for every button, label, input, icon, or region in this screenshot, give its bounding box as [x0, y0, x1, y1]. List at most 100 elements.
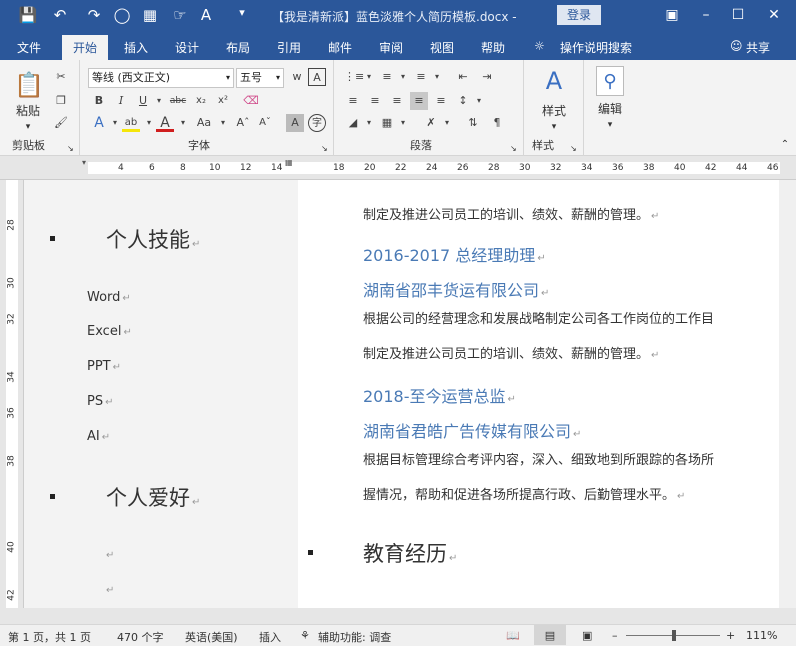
align-right-icon[interactable]: ≡ — [388, 92, 406, 110]
save-icon[interactable]: 💾 — [18, 6, 38, 24]
paste-icon[interactable]: 📋 — [14, 68, 44, 102]
highlight-icon[interactable]: ab — [122, 114, 140, 132]
styles-dropdown-icon[interactable]: ▾ — [548, 118, 560, 136]
font-size-select[interactable]: 五号 ▾ — [236, 68, 284, 88]
insert-mode[interactable]: 插入 — [259, 629, 281, 645]
collapse-ribbon-icon[interactable]: ⌃ — [778, 136, 792, 154]
tab-review[interactable]: 审阅 — [379, 39, 403, 56]
accessibility-icon[interactable]: ⚘ — [300, 629, 310, 642]
horizontal-ruler[interactable]: ▾ 4 6 8 10 12 14 ▦ 18 20 22 24 26 28 30 … — [0, 156, 796, 180]
italic-icon[interactable]: I — [112, 92, 130, 110]
superscript-icon[interactable]: x² — [214, 92, 232, 110]
change-case-dropdown-icon[interactable]: ▾ — [214, 114, 232, 132]
section-bullet — [50, 494, 55, 499]
borders-dropdown-icon[interactable]: ▾ — [394, 114, 412, 132]
subscript-icon[interactable]: x₂ — [192, 92, 210, 110]
column-marker[interactable]: ▦ — [285, 158, 293, 167]
show-marks-icon[interactable]: ¶ — [488, 114, 506, 132]
share-button[interactable]: 共享 — [746, 39, 770, 56]
strikethrough-icon[interactable]: abc — [166, 92, 190, 110]
font-launcher-icon[interactable]: ↘ — [321, 144, 328, 153]
tab-file[interactable]: 文件 — [17, 39, 41, 56]
shrink-font-icon[interactable]: Aˇ — [256, 114, 274, 132]
vruler-mark: 38 — [6, 455, 17, 467]
ribbon-display-icon[interactable]: ▣ — [660, 4, 684, 26]
format-painter-icon[interactable]: 🖌 — [52, 114, 70, 132]
tab-view[interactable]: 视图 — [430, 39, 454, 56]
job3-title: 2018-至今运营总监 ↵ — [363, 387, 516, 406]
zoom-slider-thumb[interactable] — [672, 630, 676, 641]
web-layout-icon[interactable]: ▣ — [582, 629, 592, 642]
paste-dropdown-icon[interactable]: ▾ — [22, 118, 34, 136]
print-preview-icon[interactable]: ▦ — [140, 6, 160, 24]
phonetic-guide-icon[interactable]: w — [288, 68, 306, 86]
word-count[interactable]: 470 个字 — [117, 629, 164, 645]
distributed-icon[interactable]: ≡ — [432, 92, 450, 110]
login-button[interactable]: 登录 — [557, 5, 601, 25]
indent-marker[interactable]: ▾ — [82, 158, 86, 167]
ruler-mark: 14 — [271, 163, 283, 173]
read-mode-icon[interactable]: 📖 — [506, 629, 520, 642]
align-center-icon[interactable]: ≡ — [366, 92, 384, 110]
zoom-level[interactable]: 111% — [746, 629, 777, 642]
chinese-layout-dropdown-icon[interactable]: ▾ — [438, 114, 456, 132]
maximize-icon[interactable]: ☐ — [726, 4, 750, 26]
zoom-in-icon[interactable]: + — [726, 629, 735, 642]
find-icon[interactable]: ⚲ — [596, 66, 624, 96]
increase-indent-icon[interactable]: ⇥ — [478, 68, 496, 86]
font-format-icon[interactable]: A — [196, 6, 216, 24]
tab-references[interactable]: 引用 — [277, 39, 301, 56]
tab-help[interactable]: 帮助 — [481, 39, 505, 56]
minimize-icon[interactable]: – — [694, 4, 718, 26]
styles-launcher-icon[interactable]: ↘ — [570, 144, 577, 153]
numbering-dropdown-icon[interactable]: ▾ — [394, 68, 412, 86]
accessibility-status[interactable]: 辅助功能: 调查 — [318, 629, 391, 645]
vruler-mark: 34 — [6, 371, 17, 383]
clipboard-launcher-icon[interactable]: ↘ — [67, 144, 74, 153]
tab-design[interactable]: 设计 — [175, 39, 199, 56]
tab-home[interactable]: 开始 — [62, 35, 109, 60]
customize-qa-icon[interactable]: ▾ — [232, 6, 252, 19]
change-case-icon[interactable]: Aa — [192, 114, 216, 132]
tab-insert[interactable]: 插入 — [124, 39, 148, 56]
font-color-dropdown-icon[interactable]: ▾ — [174, 114, 192, 132]
justify-icon[interactable]: ≡ — [410, 92, 428, 110]
align-left-icon[interactable]: ≡ — [344, 92, 362, 110]
print-layout-icon[interactable]: ▤ — [534, 625, 566, 645]
multilevel-dropdown-icon[interactable]: ▾ — [428, 68, 446, 86]
tab-mailings[interactable]: 邮件 — [328, 39, 352, 56]
paragraph-launcher-icon[interactable]: ↘ — [510, 144, 517, 153]
sort-icon[interactable]: ⇅ — [464, 114, 482, 132]
bold-icon[interactable]: B — [90, 92, 108, 110]
styles-icon[interactable]: A — [540, 66, 568, 96]
clear-formatting-icon[interactable]: ⌫ — [242, 92, 260, 110]
cut-icon[interactable]: ✂ — [52, 68, 70, 86]
close-icon[interactable]: ✕ — [762, 4, 786, 26]
undo-icon[interactable]: ↶ — [50, 6, 70, 24]
bullets-dropdown-icon[interactable]: ▾ — [360, 68, 378, 86]
decrease-indent-icon[interactable]: ⇤ — [454, 68, 472, 86]
grow-font-icon[interactable]: Aˆ — [234, 114, 252, 132]
zoom-out-icon[interactable]: – — [612, 629, 618, 642]
touch-mode-icon[interactable]: ☞ — [170, 6, 190, 24]
font-name-select[interactable]: 等线 (西文正文) ▾ — [88, 68, 234, 88]
char-border-icon[interactable]: A — [308, 68, 326, 86]
line-spacing-dropdown-icon[interactable]: ▾ — [470, 92, 488, 110]
status-bar: 第 1 页，共 1 页 470 个字 英语(美国) 插入 ⚘ 辅助功能: 调查 … — [0, 624, 796, 646]
shading-dropdown-icon[interactable]: ▾ — [360, 114, 378, 132]
document-page[interactable]: 个人技能 ↵ Word ↵ Excel ↵ PPT ↵ PS ↵ AI ↵ 个人爱好 ↵ ↵ … — [24, 180, 779, 608]
redo-icon[interactable]: ↷ — [84, 6, 104, 24]
tab-layout[interactable]: 布局 — [226, 39, 250, 56]
copy-icon[interactable]: ❐ — [52, 92, 70, 110]
char-shading-icon[interactable]: A — [286, 114, 304, 132]
page-count[interactable]: 第 1 页，共 1 页 — [8, 629, 91, 645]
vertical-scrollbar[interactable] — [779, 180, 796, 608]
language-indicator[interactable]: 英语(美国) — [185, 629, 238, 645]
paragraph-group-label: 段落 — [410, 139, 432, 152]
font-color-icon[interactable]: A — [156, 114, 174, 132]
enclose-char-icon[interactable]: 字 — [308, 114, 326, 132]
styles-group: A 样式 ▾ 样式 ↘ — [524, 60, 584, 156]
circle-icon[interactable]: ◯ — [112, 6, 132, 24]
editing-dropdown-icon[interactable]: ▾ — [604, 116, 616, 134]
tell-me-search[interactable]: 操作说明搜索 — [560, 39, 632, 56]
